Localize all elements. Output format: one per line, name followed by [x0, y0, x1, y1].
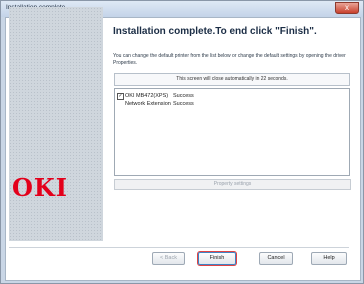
property-settings-button[interactable]: Property settings: [114, 179, 351, 190]
component-name: Network Extension: [125, 101, 171, 107]
footer-divider: [9, 247, 349, 248]
auto-close-notice: This screen will close automatically in …: [114, 73, 350, 86]
close-button[interactable]: x: [335, 2, 359, 14]
help-button[interactable]: Help: [311, 252, 347, 265]
oki-logo: OKI: [12, 173, 68, 202]
component-status: Success: [173, 101, 194, 107]
cancel-button[interactable]: Cancel: [259, 252, 293, 265]
back-button[interactable]: < Back: [152, 252, 185, 265]
component-name: OKI MB472(XPS): [125, 93, 169, 99]
install-results-list[interactable]: ✓ OKI MB472(XPS) Success Network Extensi…: [114, 88, 350, 176]
finish-button[interactable]: Finish: [198, 252, 236, 265]
close-icon: x: [345, 3, 349, 12]
installer-window: Installation complete x OKI Installation…: [0, 0, 364, 284]
brand-panel: OKI: [9, 7, 103, 241]
page-description: You can change the default printer from …: [113, 53, 346, 66]
default-printer-checkbox[interactable]: ✓: [117, 93, 124, 100]
page-heading: Installation complete.To end click "Fini…: [113, 26, 317, 37]
component-status: Success: [173, 93, 194, 99]
